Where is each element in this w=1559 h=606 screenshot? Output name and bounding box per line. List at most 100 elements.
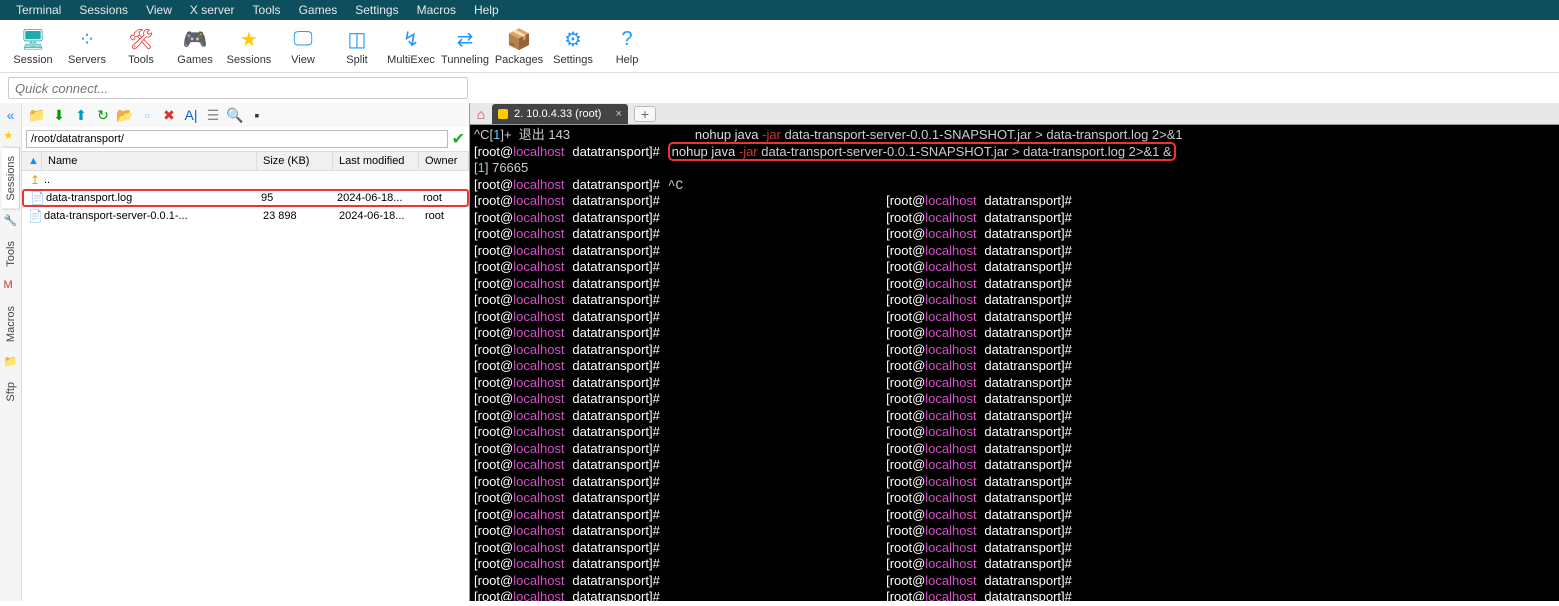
file-icon: ↥ <box>22 173 42 187</box>
path-ok-icon: ✔ <box>452 129 465 149</box>
vtab-macros-icon: M <box>4 279 18 293</box>
sessions-icon: ★ <box>236 26 262 52</box>
terminal-output[interactable]: ^C[1]+ 退出 143 nohup java -jar data-trans… <box>470 125 1559 601</box>
toolbar-packages-button[interactable]: 📦Packages <box>492 24 546 68</box>
menu-terminal[interactable]: Terminal <box>8 3 69 17</box>
vtab-sessions-icon: ★ <box>4 129 18 143</box>
close-tab-icon[interactable]: × <box>615 108 621 120</box>
toolbar-view-button[interactable]: 🖵 View <box>276 24 330 68</box>
settings-icon: ⚙ <box>560 26 586 52</box>
file-size: 95 <box>255 192 331 204</box>
terminal-tabbar: ⌂ 2. 10.0.4.33 (root) × + <box>470 103 1559 125</box>
vtab-sftp[interactable]: Sftp <box>2 373 20 411</box>
sftp-panel: 📁 ⬇ ⬆ ↻ 📂 ▫ ✖ A| ☰ 🔍 ▪ ✔ ▲ Name Size (KB… <box>22 103 470 601</box>
quick-connect-bar <box>0 73 1559 103</box>
rename-icon[interactable]: A| <box>182 106 200 124</box>
toolbar-label: Session <box>13 54 52 66</box>
toolbar-label: Settings <box>553 54 593 66</box>
vtab-sessions[interactable]: Sessions <box>2 147 20 210</box>
parent-dir-row[interactable]: ↥.. <box>22 171 469 189</box>
menu-help[interactable]: Help <box>466 3 507 17</box>
toolbar-multiexec-button[interactable]: ↯ MultiExec <box>384 24 438 68</box>
file-row[interactable]: 📄data-transport.log952024-06-18...root <box>22 189 469 207</box>
toolbar-label: Tools <box>128 54 154 66</box>
vtab-sftp-icon: 📁 <box>4 355 18 369</box>
home-tab-icon[interactable]: ⌂ <box>470 106 492 122</box>
refresh-icon[interactable]: ↻ <box>94 106 112 124</box>
download-icon[interactable]: ⬇ <box>50 106 68 124</box>
toolbar-tools-button[interactable]: 🛠 Tools <box>114 24 168 68</box>
file-size: 23 898 <box>257 210 333 222</box>
sftp-toolbar: 📁 ⬇ ⬆ ↻ 📂 ▫ ✖ A| ☰ 🔍 ▪ <box>22 103 469 127</box>
main-toolbar: 🖥Session ⁘ Servers 🛠 Tools 🎮 Games ★ Sessions 🖵 Vi… <box>0 20 1559 73</box>
toolbar-label: Sessions <box>227 54 272 66</box>
menu-games[interactable]: Games <box>291 3 346 17</box>
menu-macros[interactable]: Macros <box>409 3 464 17</box>
toolbar-label: View <box>291 54 315 66</box>
session-tab[interactable]: 2. 10.0.4.33 (root) × <box>492 104 628 124</box>
file-row[interactable]: 📄data-transport-server-0.0.1-...23 89820… <box>22 207 469 225</box>
file-name: data-transport-server-0.0.1-... <box>42 210 257 222</box>
search-icon[interactable]: 🔍 <box>226 106 244 124</box>
tunneling-icon: ⇄ <box>452 26 478 52</box>
tools-icon: 🛠 <box>128 26 154 52</box>
vtab-tools[interactable]: Tools <box>2 232 20 276</box>
toolbar-label: MultiExec <box>387 54 435 66</box>
session-tab-label: 2. 10.0.4.33 (root) <box>514 108 601 120</box>
file-icon: 📄 <box>22 209 42 223</box>
header-size[interactable]: Size (KB) <box>257 152 333 170</box>
file-name: .. <box>42 174 257 186</box>
new-file-icon[interactable]: ▫ <box>138 106 156 124</box>
menu-settings[interactable]: Settings <box>347 3 406 17</box>
servers-icon: ⁘ <box>74 26 100 52</box>
header-modified[interactable]: Last modified <box>333 152 419 170</box>
toolbar-settings-button[interactable]: ⚙ Settings <box>546 24 600 68</box>
toolbar-servers-button[interactable]: ⁘ Servers <box>60 24 114 68</box>
vtab-tools-icon: 🔧 <box>4 214 18 228</box>
header-name[interactable]: Name <box>42 152 257 170</box>
menu-sessions[interactable]: Sessions <box>71 3 136 17</box>
menu-tools[interactable]: Tools <box>245 3 289 17</box>
toolbar-tunneling-button[interactable]: ⇄ Tunneling <box>438 24 492 68</box>
file-owner: root <box>419 210 469 222</box>
toolbar-label: Help <box>616 54 639 66</box>
file-list: ↥..📄data-transport.log952024-06-18...roo… <box>22 171 469 601</box>
terminal-icon[interactable]: ▪ <box>248 106 266 124</box>
upload-icon[interactable]: ⬆ <box>72 106 90 124</box>
split-icon: ◫ <box>344 26 370 52</box>
sftp-path-bar: ✔ <box>22 127 469 151</box>
help-icon: ? <box>614 26 640 52</box>
multiexec-icon: ↯ <box>398 26 424 52</box>
quick-connect-input[interactable] <box>8 77 468 99</box>
file-list-header: ▲ Name Size (KB) Last modified Owner <box>22 151 469 171</box>
toolbar-label: Tunneling <box>441 54 489 66</box>
file-modified: 2024-06-18... <box>333 210 419 222</box>
games-icon: 🎮 <box>182 26 208 52</box>
packages-icon: 📦 <box>506 26 532 52</box>
collapse-icon[interactable]: « <box>5 105 17 125</box>
toolbar-games-button[interactable]: 🎮 Games <box>168 24 222 68</box>
toolbar-split-button[interactable]: ◫Split <box>330 24 384 68</box>
permissions-icon[interactable]: ☰ <box>204 106 222 124</box>
delete-icon[interactable]: ✖ <box>160 106 178 124</box>
terminal-area: ⌂ 2. 10.0.4.33 (root) × + ^C[1]+ 退出 143 … <box>470 103 1559 601</box>
menu-view[interactable]: View <box>138 3 180 17</box>
toolbar-label: Games <box>177 54 212 66</box>
folder-up-icon[interactable]: 📁 <box>28 106 46 124</box>
menu-x-server[interactable]: X server <box>182 3 243 17</box>
file-owner: root <box>417 192 467 204</box>
sort-indicator-icon[interactable]: ▲ <box>22 152 42 170</box>
toolbar-sessions-button[interactable]: ★ Sessions <box>222 24 276 68</box>
vertical-tabs: « ★ Sessions 🔧 Tools M Macros 📁 Sftp <box>0 103 22 601</box>
toolbar-label: Servers <box>68 54 106 66</box>
toolbar-help-button[interactable]: ? Help <box>600 24 654 68</box>
header-owner[interactable]: Owner <box>419 152 469 170</box>
new-folder-icon[interactable]: 📂 <box>116 106 134 124</box>
vtab-macros[interactable]: Macros <box>2 297 20 351</box>
toolbar-session-button[interactable]: 🖥Session <box>6 24 60 68</box>
session-status-icon <box>498 109 508 119</box>
new-tab-button[interactable]: + <box>634 106 656 122</box>
sftp-path-input[interactable] <box>26 130 448 148</box>
view-icon: 🖵 <box>290 26 316 52</box>
file-modified: 2024-06-18... <box>331 192 417 204</box>
